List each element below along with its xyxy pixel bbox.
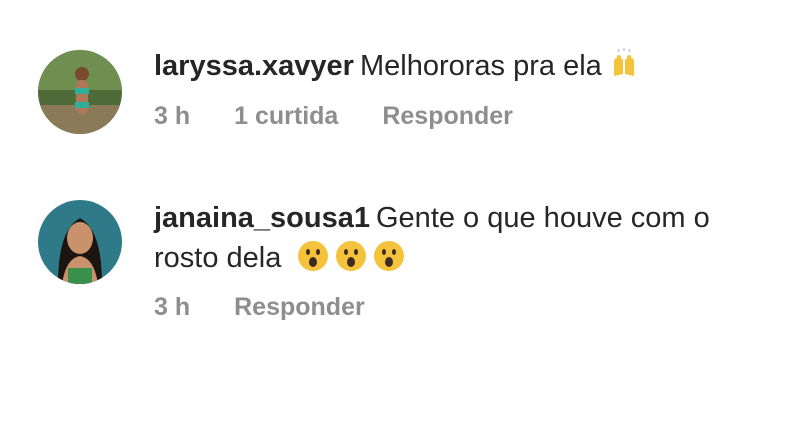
username[interactable]: laryssa.xavyer <box>154 50 354 82</box>
reply-button[interactable]: Responder <box>382 102 513 130</box>
avatar[interactable] <box>38 50 122 134</box>
comment-text-continued: rosto dela <box>154 242 282 274</box>
astonished-face-icon <box>335 240 367 272</box>
avatar-image <box>38 200 122 284</box>
timestamp: 3 h <box>154 102 191 130</box>
avatar-image <box>38 50 122 134</box>
comment-text: Gente o que houve com o <box>376 202 710 234</box>
username[interactable]: janaina_sousa1 <box>154 202 370 234</box>
reply-button[interactable]: Responder <box>234 293 365 321</box>
like-count[interactable]: 1 curtida <box>234 102 338 130</box>
timestamp: 3 h <box>154 293 191 321</box>
astonished-face-icon <box>373 240 405 272</box>
astonished-face-icon <box>297 240 329 272</box>
raised-hands-icon <box>608 48 640 80</box>
comment-text: Melhororas pra ela <box>359 50 602 82</box>
avatar[interactable] <box>38 200 122 284</box>
